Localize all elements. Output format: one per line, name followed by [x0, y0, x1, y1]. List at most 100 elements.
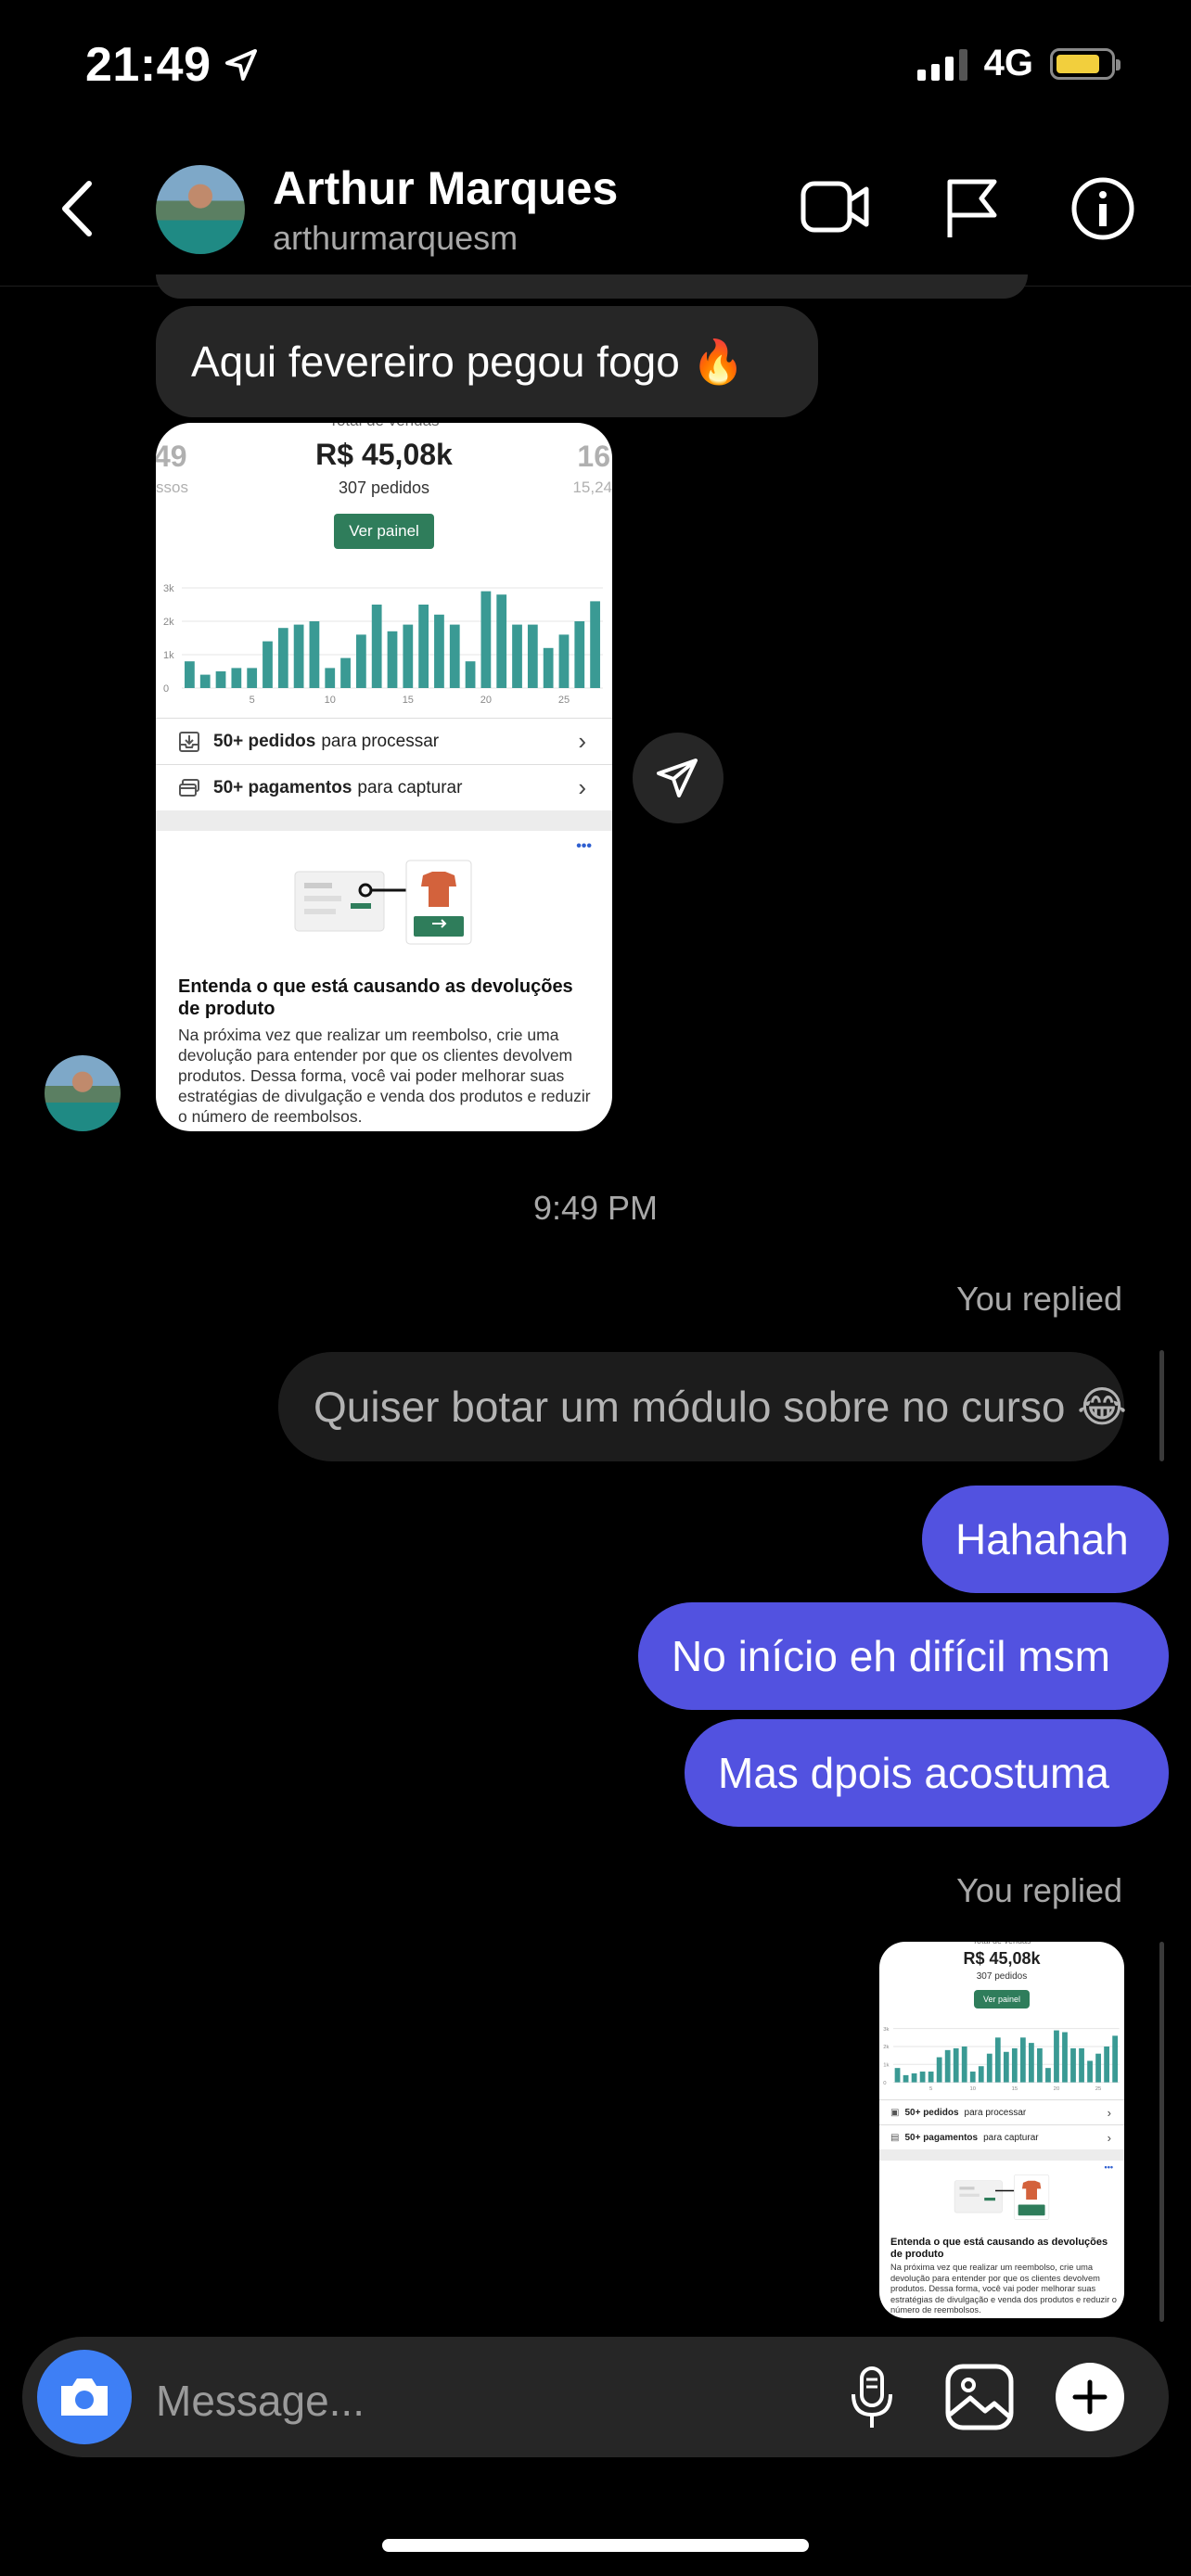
inbox-icon: ▣ — [890, 2107, 900, 2118]
chart-bar — [418, 605, 429, 688]
card-view-panel-button: Ver painel — [974, 1990, 1030, 2009]
card-separator — [156, 810, 612, 831]
card-orders: 307 pedidos — [338, 478, 430, 497]
chart-y-tick: 2k — [883, 2045, 889, 2050]
card-payments-row: ▤ 50+ pagamentos para capturar › — [879, 2124, 1124, 2149]
chart-bar — [496, 594, 507, 688]
gallery-icon[interactable] — [944, 2363, 1015, 2431]
reply-shared-image[interactable]: Total de vendas R$ 45,08k 307 pedidos Ve… — [879, 1942, 1124, 2318]
network-type: 4G — [983, 43, 1033, 83]
chart-bar — [894, 2068, 901, 2083]
report-flag-icon[interactable] — [942, 176, 1002, 241]
reply-indicator-bar — [1159, 1942, 1164, 2322]
chart-bar — [512, 624, 522, 688]
chart-bar — [247, 668, 258, 688]
promo-body: Na próxima vez que realizar um reembolso… — [178, 1026, 591, 1126]
share-button[interactable] — [633, 733, 724, 823]
chart-bar — [978, 2066, 984, 2083]
info-icon[interactable] — [1070, 176, 1135, 241]
chart-x-tick: 10 — [325, 695, 336, 706]
chart-y-tick: 3k — [163, 583, 174, 594]
card-top-label: Total de vendas — [156, 423, 612, 430]
chart-y-tick: 1k — [163, 650, 174, 661]
chart-bar — [928, 2072, 934, 2083]
you-replied-label: You replied — [956, 1280, 1122, 1318]
sender-avatar[interactable] — [45, 1055, 121, 1131]
chart-x-tick: 25 — [558, 695, 570, 706]
chart-y-tick: 0 — [163, 683, 169, 695]
home-indicator — [382, 2539, 809, 2552]
chart-x-tick: 5 — [929, 2086, 933, 2092]
chart-bar — [986, 2053, 992, 2083]
microphone-icon[interactable] — [848, 2365, 896, 2431]
message-input[interactable]: Message... — [156, 2376, 365, 2426]
status-time: 21:49 — [85, 38, 211, 92]
contact-avatar[interactable] — [156, 165, 245, 254]
chart-bar — [293, 624, 304, 688]
chart-bar — [480, 591, 492, 688]
chat-header: Arthur Marques arthurmarquesm — [0, 148, 1191, 287]
shared-image-message[interactable]: Total de vendas 49 ssos 16 15,24 R$ 45,0… — [156, 423, 612, 1131]
chart-x-tick: 20 — [1054, 2086, 1060, 2092]
chart-x-tick: 25 — [1095, 2086, 1102, 2092]
card-top-label: Total de vendas — [879, 1942, 1124, 1945]
camera-icon — [61, 2378, 108, 2416]
row2-bold: 50+ pagamentos — [904, 2132, 979, 2143]
chart-bar — [527, 624, 538, 688]
chart-bar — [944, 2049, 951, 2083]
received-message[interactable]: Aqui fevereiro pegou fogo 🔥 — [156, 306, 818, 417]
signal-icon — [916, 47, 967, 81]
card-orders-row: ▣ 50+ pedidos para processar › — [879, 2099, 1124, 2124]
chart-bar — [231, 668, 242, 688]
more-options-icon: ••• — [576, 838, 592, 854]
return-illustration-icon — [954, 2174, 1050, 2220]
sent-message[interactable]: Mas dpois acostuma — [685, 1719, 1169, 1827]
chart-bar — [969, 2072, 976, 2083]
video-call-icon[interactable] — [800, 176, 870, 237]
add-button[interactable] — [1056, 2363, 1124, 2431]
chart-bar — [961, 2046, 967, 2083]
contact-username[interactable]: arthurmarquesm — [273, 219, 518, 258]
chart-y-tick: 0 — [883, 2081, 887, 2086]
plus-icon — [1072, 2379, 1108, 2415]
chart-bar — [387, 631, 398, 688]
previous-message-bubble — [156, 274, 1028, 299]
chart-bar — [1003, 2051, 1009, 2083]
reply-indicator-bar — [1159, 1350, 1164, 1461]
contact-name[interactable]: Arthur Marques — [273, 161, 618, 215]
sales-bar-chart: 3k 2k 1k 0 5 10 15 20 25 — [883, 2027, 1120, 2092]
reply-quoted-message[interactable]: Quiser botar um módulo sobre no curso 😂 — [278, 1352, 1127, 1461]
chart-bar — [1045, 2068, 1051, 2083]
chart-bar — [558, 634, 570, 688]
chart-bar — [185, 661, 195, 688]
chart-x-tick: 15 — [403, 695, 414, 706]
card-orders: 307 pedidos — [976, 1971, 1028, 1982]
location-arrow-icon — [225, 49, 257, 81]
promo-title: Entenda o que está causando as devoluçõe… — [178, 976, 573, 1019]
chart-bar — [936, 2057, 942, 2083]
chart-bar — [1054, 2030, 1059, 2083]
chart-y-tick: 1k — [883, 2062, 889, 2068]
chart-x-tick: 20 — [480, 695, 492, 706]
promo-body: Na próxima vez que realizar um reembolso… — [890, 2263, 1117, 2315]
chart-bar — [1019, 2037, 1026, 2083]
back-arrow-icon[interactable] — [54, 176, 100, 241]
chart-bar — [590, 601, 600, 688]
chart-bar — [1070, 2047, 1076, 2083]
chart-bar — [1095, 2053, 1101, 2083]
sent-message[interactable]: Hahahah — [922, 1486, 1169, 1593]
camera-button[interactable] — [37, 2350, 132, 2444]
row1-text: para processar — [964, 2107, 1027, 2118]
more-options-icon: ••• — [1104, 2162, 1113, 2172]
chart-bar — [309, 621, 320, 688]
chart-bar — [994, 2037, 1001, 2083]
sent-message[interactable]: No início eh difícil msm — [638, 1602, 1169, 1710]
card-total: R$ 45,08k — [963, 1949, 1041, 1968]
send-paper-plane-icon — [657, 759, 698, 797]
row2-text: para capturar — [983, 2132, 1039, 2143]
chart-bar — [465, 661, 476, 688]
chart-bar — [543, 647, 554, 688]
chart-bar — [1079, 2047, 1084, 2083]
promo-title: Entenda o que está causando as devoluçõe… — [890, 2237, 1108, 2261]
chart-bar — [1029, 2043, 1034, 2083]
